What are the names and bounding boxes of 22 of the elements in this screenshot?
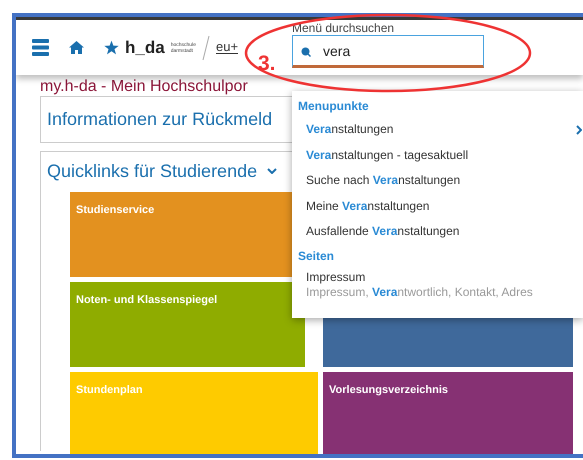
quicklink-tile[interactable]: Vorlesungsverzeichnis xyxy=(323,372,573,454)
star-icon[interactable] xyxy=(104,40,119,55)
menu-icon[interactable] xyxy=(32,39,49,56)
chevron-icon[interactable] xyxy=(267,168,278,174)
card-title: Informationen zur Rückmeld xyxy=(47,108,272,131)
result-item[interactable]: Meine Veranstaltungen xyxy=(292,194,583,219)
step-label: 3. xyxy=(258,53,276,74)
divider-slash-icon xyxy=(202,34,210,60)
result-item[interactable]: Suche nach Veranstaltungen xyxy=(292,168,583,194)
page-title: my.h-da - Mein Hochschulpor xyxy=(40,78,249,95)
section-heading: Seiten xyxy=(297,248,336,264)
result-item[interactable]: Veranstaltungen - tagesaktuell xyxy=(292,142,583,168)
home-icon[interactable] xyxy=(69,41,84,54)
logo-text: h_da xyxy=(125,39,165,56)
partner-logo: eu+ xyxy=(216,40,238,54)
search-label: Menü durchsuchen xyxy=(292,21,396,35)
result-item[interactable]: Veranstaltungen xyxy=(292,117,583,142)
card-title: Quicklinks für Studierende xyxy=(47,160,258,182)
section-heading: Menupunkte xyxy=(297,98,370,115)
search-icon xyxy=(301,47,311,57)
result-item[interactable]: Ausfallende Veranstaltungen xyxy=(292,219,583,244)
search-field[interactable]: vera xyxy=(292,35,484,68)
